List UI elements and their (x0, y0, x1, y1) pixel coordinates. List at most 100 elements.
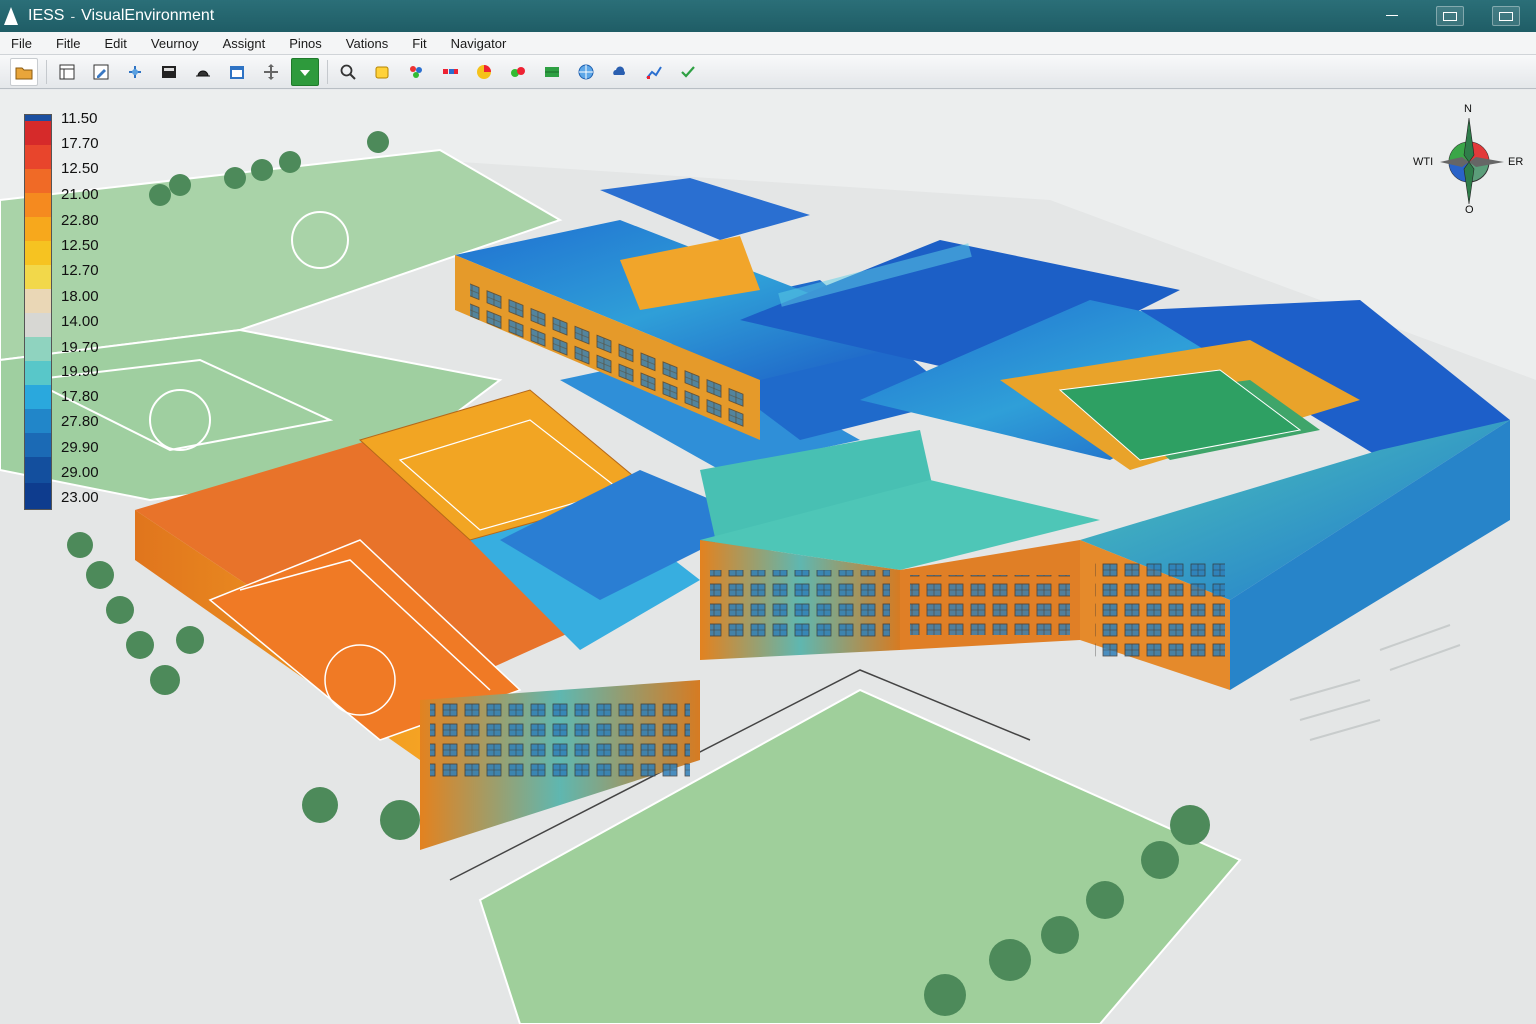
menu-view[interactable]: Veurnoy (140, 36, 212, 51)
model-dark-icon (162, 65, 176, 78)
legend-color-bar (24, 114, 52, 510)
maximize-button[interactable] (1436, 6, 1464, 26)
pie-icon (477, 64, 491, 79)
legend-label: 29.00 (61, 464, 99, 481)
layout-icon (59, 64, 75, 79)
sun-icon (375, 66, 389, 78)
legend-label: 17.80 (61, 388, 99, 405)
app-name: IESS (28, 7, 65, 24)
compass-rose[interactable]: N WTI ER O (1413, 100, 1528, 220)
hardhat-icon (196, 70, 210, 76)
move-button[interactable] (121, 58, 149, 86)
menu-pinos[interactable]: Pinos (278, 36, 335, 51)
pie-button[interactable] (470, 58, 498, 86)
restore-button[interactable] (1492, 6, 1520, 26)
chart-line-icon (646, 65, 662, 79)
legend-swatch (25, 313, 51, 337)
legend-swatch (25, 121, 51, 145)
green-grid-icon (545, 66, 559, 77)
compass-icon (1440, 117, 1504, 205)
menu-navigator[interactable]: Navigator (440, 36, 520, 51)
legend-swatch (25, 169, 51, 193)
3d-viewport[interactable]: 11.50 17.70 12.50 21.00 22.80 12.50 12.7… (0, 90, 1536, 1024)
hardhat-button[interactable] (189, 58, 217, 86)
legend-swatch (25, 409, 51, 433)
menu-bar: File Fitle Edit Veurnoy Assignt Pinos Va… (0, 32, 1536, 55)
green-select-button[interactable] (291, 57, 319, 86)
menu-edit[interactable]: Edit (94, 36, 140, 51)
menu-fit[interactable]: Fit (401, 36, 439, 51)
color-tool-icon (410, 65, 422, 78)
palette-icon (443, 68, 458, 74)
legend-swatch (25, 385, 51, 409)
legend-swatch (25, 289, 51, 313)
legend-swatch (25, 483, 51, 509)
maximize-icon (1443, 12, 1457, 21)
sun-button[interactable] (368, 58, 396, 86)
check-icon (681, 65, 695, 78)
app-logo-icon (4, 7, 18, 25)
legend-swatch (25, 457, 51, 483)
main-toolbar (0, 55, 1536, 89)
legend-swatch (25, 217, 51, 241)
menu-fitle[interactable]: Fitle (45, 36, 94, 51)
folder-open-icon (15, 67, 33, 79)
folder-open-button[interactable] (10, 57, 38, 86)
cloud-button[interactable] (606, 58, 634, 86)
legend-label: 12.70 (61, 262, 99, 279)
search-icon (340, 64, 356, 80)
legend-swatch (25, 361, 51, 385)
menu-vations[interactable]: Vations (335, 36, 401, 51)
legend-label: 14.00 (61, 313, 99, 330)
check-button[interactable] (674, 58, 702, 86)
legend-label: 11.50 (61, 110, 98, 127)
leaf-button[interactable] (504, 58, 532, 86)
legend-swatch (25, 193, 51, 217)
arrows-button[interactable] (257, 58, 285, 86)
legend-label: 23.00 (61, 489, 99, 506)
calendar-icon (230, 65, 244, 79)
search-button[interactable] (334, 58, 362, 86)
color-tool-button[interactable] (402, 58, 430, 86)
title-separator: - (70, 8, 76, 24)
minimize-icon (1386, 11, 1398, 16)
legend-label: 17.70 (61, 135, 99, 152)
arrows-icon (264, 63, 278, 80)
chart-line-button[interactable] (640, 58, 668, 86)
globe-icon (578, 64, 594, 79)
color-scale-legend: 11.50 17.70 12.50 21.00 22.80 12.50 12.7… (24, 110, 114, 510)
palette-button[interactable] (436, 58, 464, 86)
layout-button[interactable] (53, 58, 81, 86)
leaf-icon (511, 66, 525, 77)
legend-label: 22.80 (61, 212, 99, 229)
edit-view-button[interactable] (87, 58, 115, 86)
menu-file[interactable]: File (0, 36, 45, 51)
edit-view-icon (93, 64, 109, 79)
minimize-button[interactable] (1380, 6, 1406, 24)
legend-swatch (25, 145, 51, 169)
legend-swatch (25, 265, 51, 289)
toolbar-separator (46, 59, 47, 84)
document-title: VisualEnvironment (81, 7, 215, 24)
title-bar: IESS - VisualEnvironment (0, 0, 1536, 32)
green-grid-button[interactable] (538, 58, 566, 86)
legend-label: 27.80 (61, 413, 99, 430)
legend-label: 21.00 (61, 186, 99, 203)
legend-swatch (25, 241, 51, 265)
cloud-icon (613, 65, 625, 75)
legend-label: 12.50 (61, 160, 99, 177)
legend-label: 19.90 (61, 363, 99, 380)
building-model (0, 90, 1536, 1024)
move-icon (129, 65, 141, 78)
legend-label: 18.00 (61, 288, 99, 305)
globe-button[interactable] (572, 58, 600, 86)
legend-label: 19.70 (61, 339, 99, 356)
toolbar-separator (327, 59, 328, 84)
legend-swatch (25, 433, 51, 457)
menu-assign[interactable]: Assignt (212, 36, 279, 51)
calendar-button[interactable] (223, 58, 251, 86)
green-select-icon (300, 69, 310, 76)
model-dark-button[interactable] (155, 58, 183, 86)
legend-label: 12.50 (61, 237, 99, 254)
restore-icon (1499, 12, 1513, 21)
